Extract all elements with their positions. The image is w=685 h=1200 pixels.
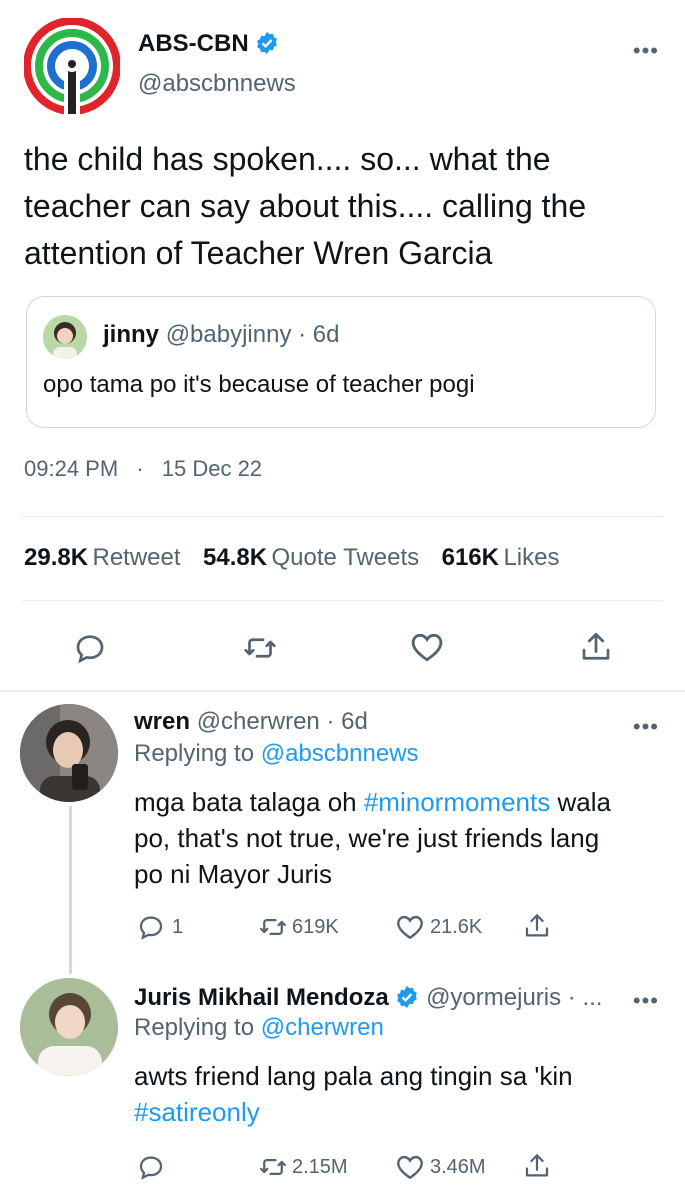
quoted-avatar-image [43,315,87,359]
like-count: 3.46M [430,1155,486,1178]
hashtag-link[interactable]: #minormoments [364,787,550,817]
reply-text-part: mga bata talaga oh [134,787,364,817]
more-dots-icon[interactable]: ••• [633,716,659,738]
share-button[interactable] [522,1150,552,1182]
heart-icon [397,915,423,940]
like-button[interactable]: 3.46M [394,1151,486,1183]
reply-avatar-wren[interactable] [20,704,118,802]
reply-count: 1 [172,915,184,938]
reply-text-part: wala [550,787,611,817]
quoted-header: jinny @babyjinny · 6d [103,321,339,349]
likes-count: 616K [441,544,499,571]
replying-to-prefix: Replying to [134,740,255,767]
likes-label: Likes [503,544,560,571]
replying-to-prefix: Replying to [134,1014,255,1041]
reply-author-handle[interactable]: @yormejuris · ... [426,984,602,1011]
like-count: 21.6K [430,915,483,938]
divider [22,600,663,601]
timestamp-separator: · [136,456,144,481]
share-icon [525,1154,549,1177]
reply-author-name[interactable]: wren [134,708,190,735]
like-button[interactable]: 21.6K [394,911,482,943]
share-icon [582,632,610,660]
replying-to-link[interactable]: @abscbnnews [261,740,419,767]
quotes-stat[interactable]: 54.8K Quote Tweets [203,544,424,571]
quoted-age: · 6d [298,321,340,348]
reply-text: awts friend lang pala ang tingin sa 'kin… [134,1058,664,1130]
reply-icon [76,635,104,664]
author-name-row[interactable]: ABS-CBN [138,30,279,58]
author-handle[interactable]: @abscbnnews [138,70,296,98]
verified-badge-icon [397,985,418,1008]
quoted-tweet-card[interactable]: jinny @babyjinny · 6d opo tama po it's b… [26,296,656,428]
tweet-text-line: attention of Teacher Wren Garcia [24,235,493,271]
retweet-icon [260,1159,286,1175]
retweets-stat[interactable]: 29.8K Retweet [24,544,185,571]
share-icon [525,914,549,937]
likes-stat[interactable]: 616K Likes [442,544,560,571]
retweet-icon [244,638,276,658]
retweet-count: 2.15M [292,1155,348,1178]
tweet-time: 09:24 PM [24,456,119,481]
avatar-image [20,704,118,802]
tweet-stats: 29.8K Retweet 54.8K Quote Tweets 616K Li… [24,544,559,572]
author-avatar[interactable] [23,17,121,116]
quotes-count: 54.8K [203,544,268,571]
more-dots-icon[interactable]: ••• [633,990,659,1012]
reply-age: · 6d [326,708,368,735]
section-divider [0,690,685,692]
replying-to: Replying to @cherwren [134,1014,384,1042]
tweet-timestamp[interactable]: 09:24 PM · 15 Dec 22 [24,456,262,482]
tweet-date: 15 Dec 22 [161,456,263,481]
replying-to-link[interactable]: @cherwren [261,1014,384,1041]
retweets-count: 29.8K [24,544,89,571]
retweets-label: Retweet [92,544,181,571]
reply-header: wren @cherwren · 6d [134,708,368,736]
like-button[interactable] [408,628,446,666]
more-dots-icon[interactable]: ••• [633,40,659,62]
abs-cbn-logo [23,17,121,116]
tweet-text-line: teacher can say about this.... calling t… [24,188,587,224]
hashtag-link[interactable]: #satireonly [134,1094,664,1130]
avatar-image [20,978,118,1076]
tweet-text: the child has spoken.... so... what the … [24,136,664,277]
quotes-label: Quote Tweets [271,544,420,571]
verified-badge-icon [257,31,278,54]
quoted-name[interactable]: jinny [103,321,159,348]
reply-text-line: po, that's not true, we're just friends … [134,823,600,853]
retweet-button[interactable] [242,630,278,666]
tweet-text-line: the child has spoken.... so... what the [24,141,551,177]
heart-icon [411,633,443,662]
share-button[interactable] [522,910,552,942]
reply-button[interactable] [136,1152,166,1182]
retweet-icon [260,919,286,935]
heart-icon [397,1155,423,1180]
divider [22,516,663,517]
reply-author-name[interactable]: Juris Mikhail Mendoza [134,984,389,1011]
author-display-name[interactable]: ABS-CBN [138,30,249,57]
quoted-handle[interactable]: @babyjinny [166,321,292,348]
quoted-avatar[interactable] [43,315,87,359]
reply-text: mga bata talaga oh #minormoments wala po… [134,784,664,892]
quoted-text: opo tama po it's because of teacher pogi [43,371,475,398]
reply-text-line: awts friend lang pala ang tingin sa 'kin [134,1061,573,1091]
reply-author-handle[interactable]: @cherwren [197,708,320,735]
replying-to: Replying to @abscbnnews [134,740,419,768]
reply-text-line: po ni Mayor Juris [134,859,332,889]
retweet-button[interactable]: 2.15M [258,1152,348,1182]
reply-button[interactable]: 1 [136,912,183,942]
share-button[interactable] [578,628,614,666]
retweet-count: 619K [292,915,339,938]
reply-header: Juris Mikhail Mendoza @yormejuris · ... [134,984,602,1012]
reply-button[interactable] [72,630,108,666]
reply-avatar-juris[interactable] [20,978,118,1076]
reply-icon [139,916,163,940]
reply-icon [139,1156,163,1180]
retweet-button[interactable]: 619K [258,912,339,942]
thread-connector-line [69,806,72,974]
